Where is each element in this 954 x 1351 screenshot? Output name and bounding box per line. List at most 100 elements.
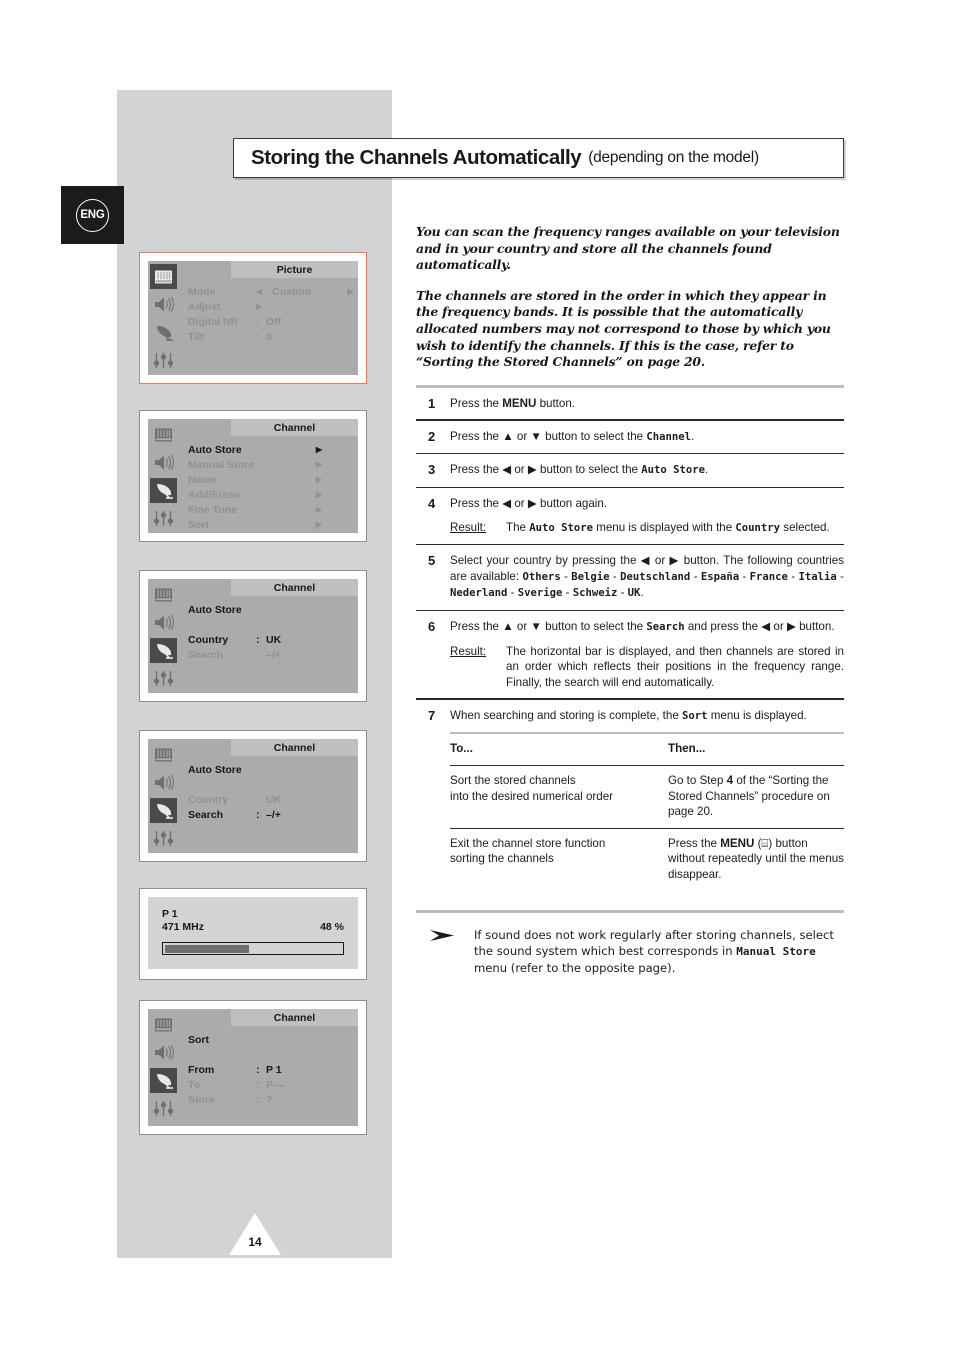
osd-row[interactable]: Search: –/+ <box>188 807 358 822</box>
picture-icon[interactable] <box>150 742 177 767</box>
osd-row-label: Tilt <box>188 330 204 343</box>
sound-icon[interactable] <box>150 450 177 475</box>
right-arrow-icon[interactable]: ▶ <box>316 460 322 469</box>
osd-row-label: Auto Store <box>188 603 242 616</box>
osd-rows: Auto Store ▶ Manual Store ▶ Name ▶ Add/Erase ▶ F… <box>179 436 358 532</box>
osd-row-value: Custom <box>272 285 312 298</box>
osd-row-value: Off <box>266 315 282 328</box>
channel-icon[interactable] <box>150 478 177 503</box>
channel-icon[interactable] <box>150 638 177 663</box>
table-cell-then: Go to Step 4 of the “Sorting the Stored … <box>668 774 830 819</box>
osd-row[interactable]: Tilt:0 <box>188 329 358 344</box>
osd-title: Channel <box>231 739 358 756</box>
osd-row-spacer <box>188 617 358 632</box>
osd-row-value: –/+ <box>266 808 281 821</box>
osd-row-label: Country <box>188 633 229 646</box>
language-badge: ENG <box>61 186 124 244</box>
osd-row[interactable]: Search: –/+ <box>188 647 358 662</box>
right-arrow-icon[interactable]: ▶ <box>316 475 322 484</box>
steps-list: 1 Press the MENU button. 2 Press the ▲ or ▼… <box>416 388 844 914</box>
picture-icon[interactable] <box>150 582 177 607</box>
osd-row[interactable]: Sort <box>188 1032 358 1047</box>
right-arrow-icon[interactable]: ▶ <box>316 490 322 499</box>
note-text: If sound does not work regularly after s… <box>474 928 834 976</box>
osd-row[interactable]: Digital NR: Off <box>188 314 358 329</box>
sound-icon[interactable] <box>150 770 177 795</box>
osd-row[interactable]: Fine Tune ▶ <box>188 502 358 517</box>
osd-row-label: Add/Erase <box>188 488 240 501</box>
osd-icon-column <box>148 419 179 533</box>
osd-row[interactable]: Sort ▶ <box>188 517 358 532</box>
osd-screenshot-channel-menu: Channel Auto Store ▶ Manual Store ▶ Name ▶ Add/… <box>139 410 367 542</box>
osd-row-label: To <box>188 1078 201 1091</box>
step-4: 4 Press the ◀ or ▶ button again. Result: Th… <box>416 488 844 544</box>
osd-row-colon: : <box>256 330 260 343</box>
osd-title: Picture <box>231 261 358 278</box>
osd-row[interactable]: Add/Erase ▶ <box>188 487 358 502</box>
osd-title: Channel <box>231 1009 358 1026</box>
right-arrow-icon[interactable]: ▶ <box>316 445 322 454</box>
sound-icon[interactable] <box>150 610 177 635</box>
setup-icon[interactable] <box>150 348 177 373</box>
picture-icon[interactable] <box>150 1012 177 1037</box>
osd-row-label: Sort <box>188 518 209 531</box>
right-arrow-icon[interactable]: ▶ <box>316 520 322 529</box>
osd-row[interactable]: Name ▶ <box>188 472 358 487</box>
osd-screenshot-picture-menu: Picture Mode ◀ Custom ▶ Adjust ▶ Digital NR: Off… <box>139 252 367 384</box>
table-cell-to: Sort the stored channels into the desired… <box>450 774 614 803</box>
note-arrow-icon <box>416 927 474 976</box>
result-text: The horizontal bar is displayed, and the… <box>506 644 844 689</box>
osd-row-label: Manual Store <box>188 458 254 471</box>
channel-icon[interactable] <box>150 320 177 345</box>
osd-icon-column <box>148 579 179 693</box>
osd-row-label: Mode <box>188 285 216 298</box>
osd-row[interactable]: Store:? <box>188 1092 358 1107</box>
step-number: 7 <box>428 707 436 723</box>
page-title: Storing the Channels Automatically <box>251 146 582 169</box>
picture-icon[interactable] <box>150 422 177 447</box>
intro-paragraph-1: You can scan the frequency ranges availa… <box>416 224 840 273</box>
picture-icon[interactable] <box>150 264 177 289</box>
osd-row[interactable]: Mode ◀ Custom ▶ <box>188 284 358 299</box>
osd-row-label: Store <box>188 1093 215 1106</box>
osd-row[interactable]: Auto Store <box>188 602 358 617</box>
sound-icon[interactable] <box>150 292 177 317</box>
osd-row[interactable]: From: P 1 <box>188 1062 358 1077</box>
sort-options-table: To... Then... Sort the stored channels into… <box>450 732 844 890</box>
osd-row[interactable]: Country: UK <box>188 792 358 807</box>
channel-icon[interactable] <box>150 798 177 823</box>
step-7: 7 When searching and storing is complete,… <box>416 700 844 901</box>
result-label: Result: <box>450 520 487 534</box>
osd-row[interactable]: Auto Store <box>188 762 358 777</box>
progress-bar-track <box>162 942 344 955</box>
setup-icon[interactable] <box>150 666 177 691</box>
step-text: Press the ▲ or ▼ button to select the Se… <box>450 620 844 689</box>
osd-panel: Channel Auto Store Country: UK Search: –/+ <box>148 739 358 853</box>
channel-icon[interactable] <box>150 1068 177 1093</box>
progress-channel: P 1 <box>162 908 178 920</box>
right-arrow-icon[interactable]: ▶ <box>347 287 353 296</box>
setup-icon[interactable] <box>150 1096 177 1121</box>
steps-bottom-divider <box>416 910 844 914</box>
right-arrow-icon[interactable]: ▶ <box>256 302 262 311</box>
sound-icon[interactable] <box>150 1040 177 1065</box>
osd-icon-column <box>148 739 179 853</box>
osd-row-label: Sort <box>188 1033 209 1046</box>
osd-row[interactable]: Adjust ▶ <box>188 299 358 314</box>
osd-row-label: Adjust <box>188 300 221 313</box>
osd-row-colon: : <box>256 808 260 821</box>
osd-row-value: 0 <box>266 330 272 343</box>
setup-icon[interactable] <box>150 826 177 851</box>
osd-row[interactable]: Auto Store ▶ <box>188 442 358 457</box>
osd-row-label: Auto Store <box>188 443 242 456</box>
setup-icon[interactable] <box>150 506 177 531</box>
step-text: When searching and storing is complete, … <box>450 708 844 893</box>
osd-row[interactable]: To: P–– <box>188 1077 358 1092</box>
right-arrow-icon[interactable]: ▶ <box>316 505 322 514</box>
osd-row[interactable]: Country: UK <box>188 632 358 647</box>
step-text: Press the ▲ or ▼ button to select the Ch… <box>450 429 695 443</box>
result-label: Result: <box>450 644 487 658</box>
osd-row[interactable]: Manual Store ▶ <box>188 457 358 472</box>
left-arrow-icon[interactable]: ◀ <box>256 287 262 296</box>
osd-screenshot-sort-menu: Channel Sort From: P 1 To: P–– Store:? <box>139 1000 367 1135</box>
